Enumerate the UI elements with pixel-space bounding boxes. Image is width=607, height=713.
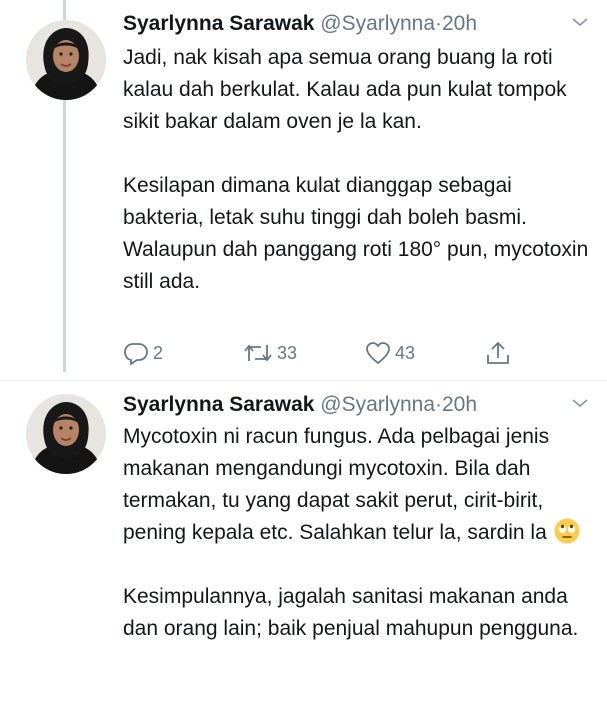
retweet-icon (244, 344, 272, 362)
author-handle[interactable]: @Syarlynna (320, 393, 435, 416)
share-button[interactable] (485, 338, 511, 368)
tweet-header: Syarlynna Sarawak @Syarlynna·20h (123, 390, 587, 420)
like-button[interactable]: 43 (365, 338, 415, 368)
tweet-paragraph: Mycotoxin ni racun fungus. Ada pelbagai … (123, 421, 589, 549)
separator: · (435, 12, 442, 35)
tweet-text: Jadi, nak kisah apa semua orang buang la… (123, 42, 589, 330)
author-handle[interactable]: @Syarlynna (320, 12, 435, 35)
tweet[interactable]: Syarlynna Sarawak @Syarlynna·20h Mycotox… (0, 380, 607, 713)
timestamp[interactable]: 20h (442, 12, 477, 35)
retweet-button[interactable]: 33 (243, 338, 297, 368)
tweet[interactable]: Syarlynna Sarawak @Syarlynna·20h Jadi, n… (0, 0, 607, 380)
like-count: 43 (395, 342, 416, 363)
tweet-paragraph: Jadi, nak kisah apa semua orang buang la… (123, 46, 567, 133)
tweet-header: Syarlynna Sarawak @Syarlynna·20h (123, 9, 587, 39)
chevron-down-icon[interactable] (571, 397, 589, 409)
author-name[interactable]: Syarlynna Sarawak (123, 12, 314, 35)
reply-button[interactable]: 2 (123, 338, 163, 368)
reply-icon (124, 343, 148, 365)
chevron-down-icon[interactable] (571, 16, 589, 28)
tweet-actions: 2 33 43 (123, 338, 523, 368)
avatar[interactable] (26, 394, 106, 474)
share-icon (487, 341, 509, 364)
timestamp[interactable]: 20h (442, 393, 477, 416)
reply-count: 2 (153, 342, 164, 363)
separator: · (435, 393, 442, 416)
tweet-paragraph: Kesilapan dimana kulat dianggap sebagai … (123, 174, 589, 293)
retweet-count: 33 (277, 342, 298, 363)
tweet-paragraph: Kesimpulannya, jagalah sanitasi makanan … (123, 585, 579, 640)
heart-icon (366, 342, 390, 365)
avatar[interactable] (26, 20, 106, 100)
face-with-rolling-eyes-icon (554, 518, 580, 544)
tweet-text: Mycotoxin ni racun fungus. Ada pelbagai … (123, 421, 589, 677)
author-name[interactable]: Syarlynna Sarawak (123, 393, 314, 416)
paragraph-text: Mycotoxin ni racun fungus. Ada pelbagai … (123, 425, 550, 544)
